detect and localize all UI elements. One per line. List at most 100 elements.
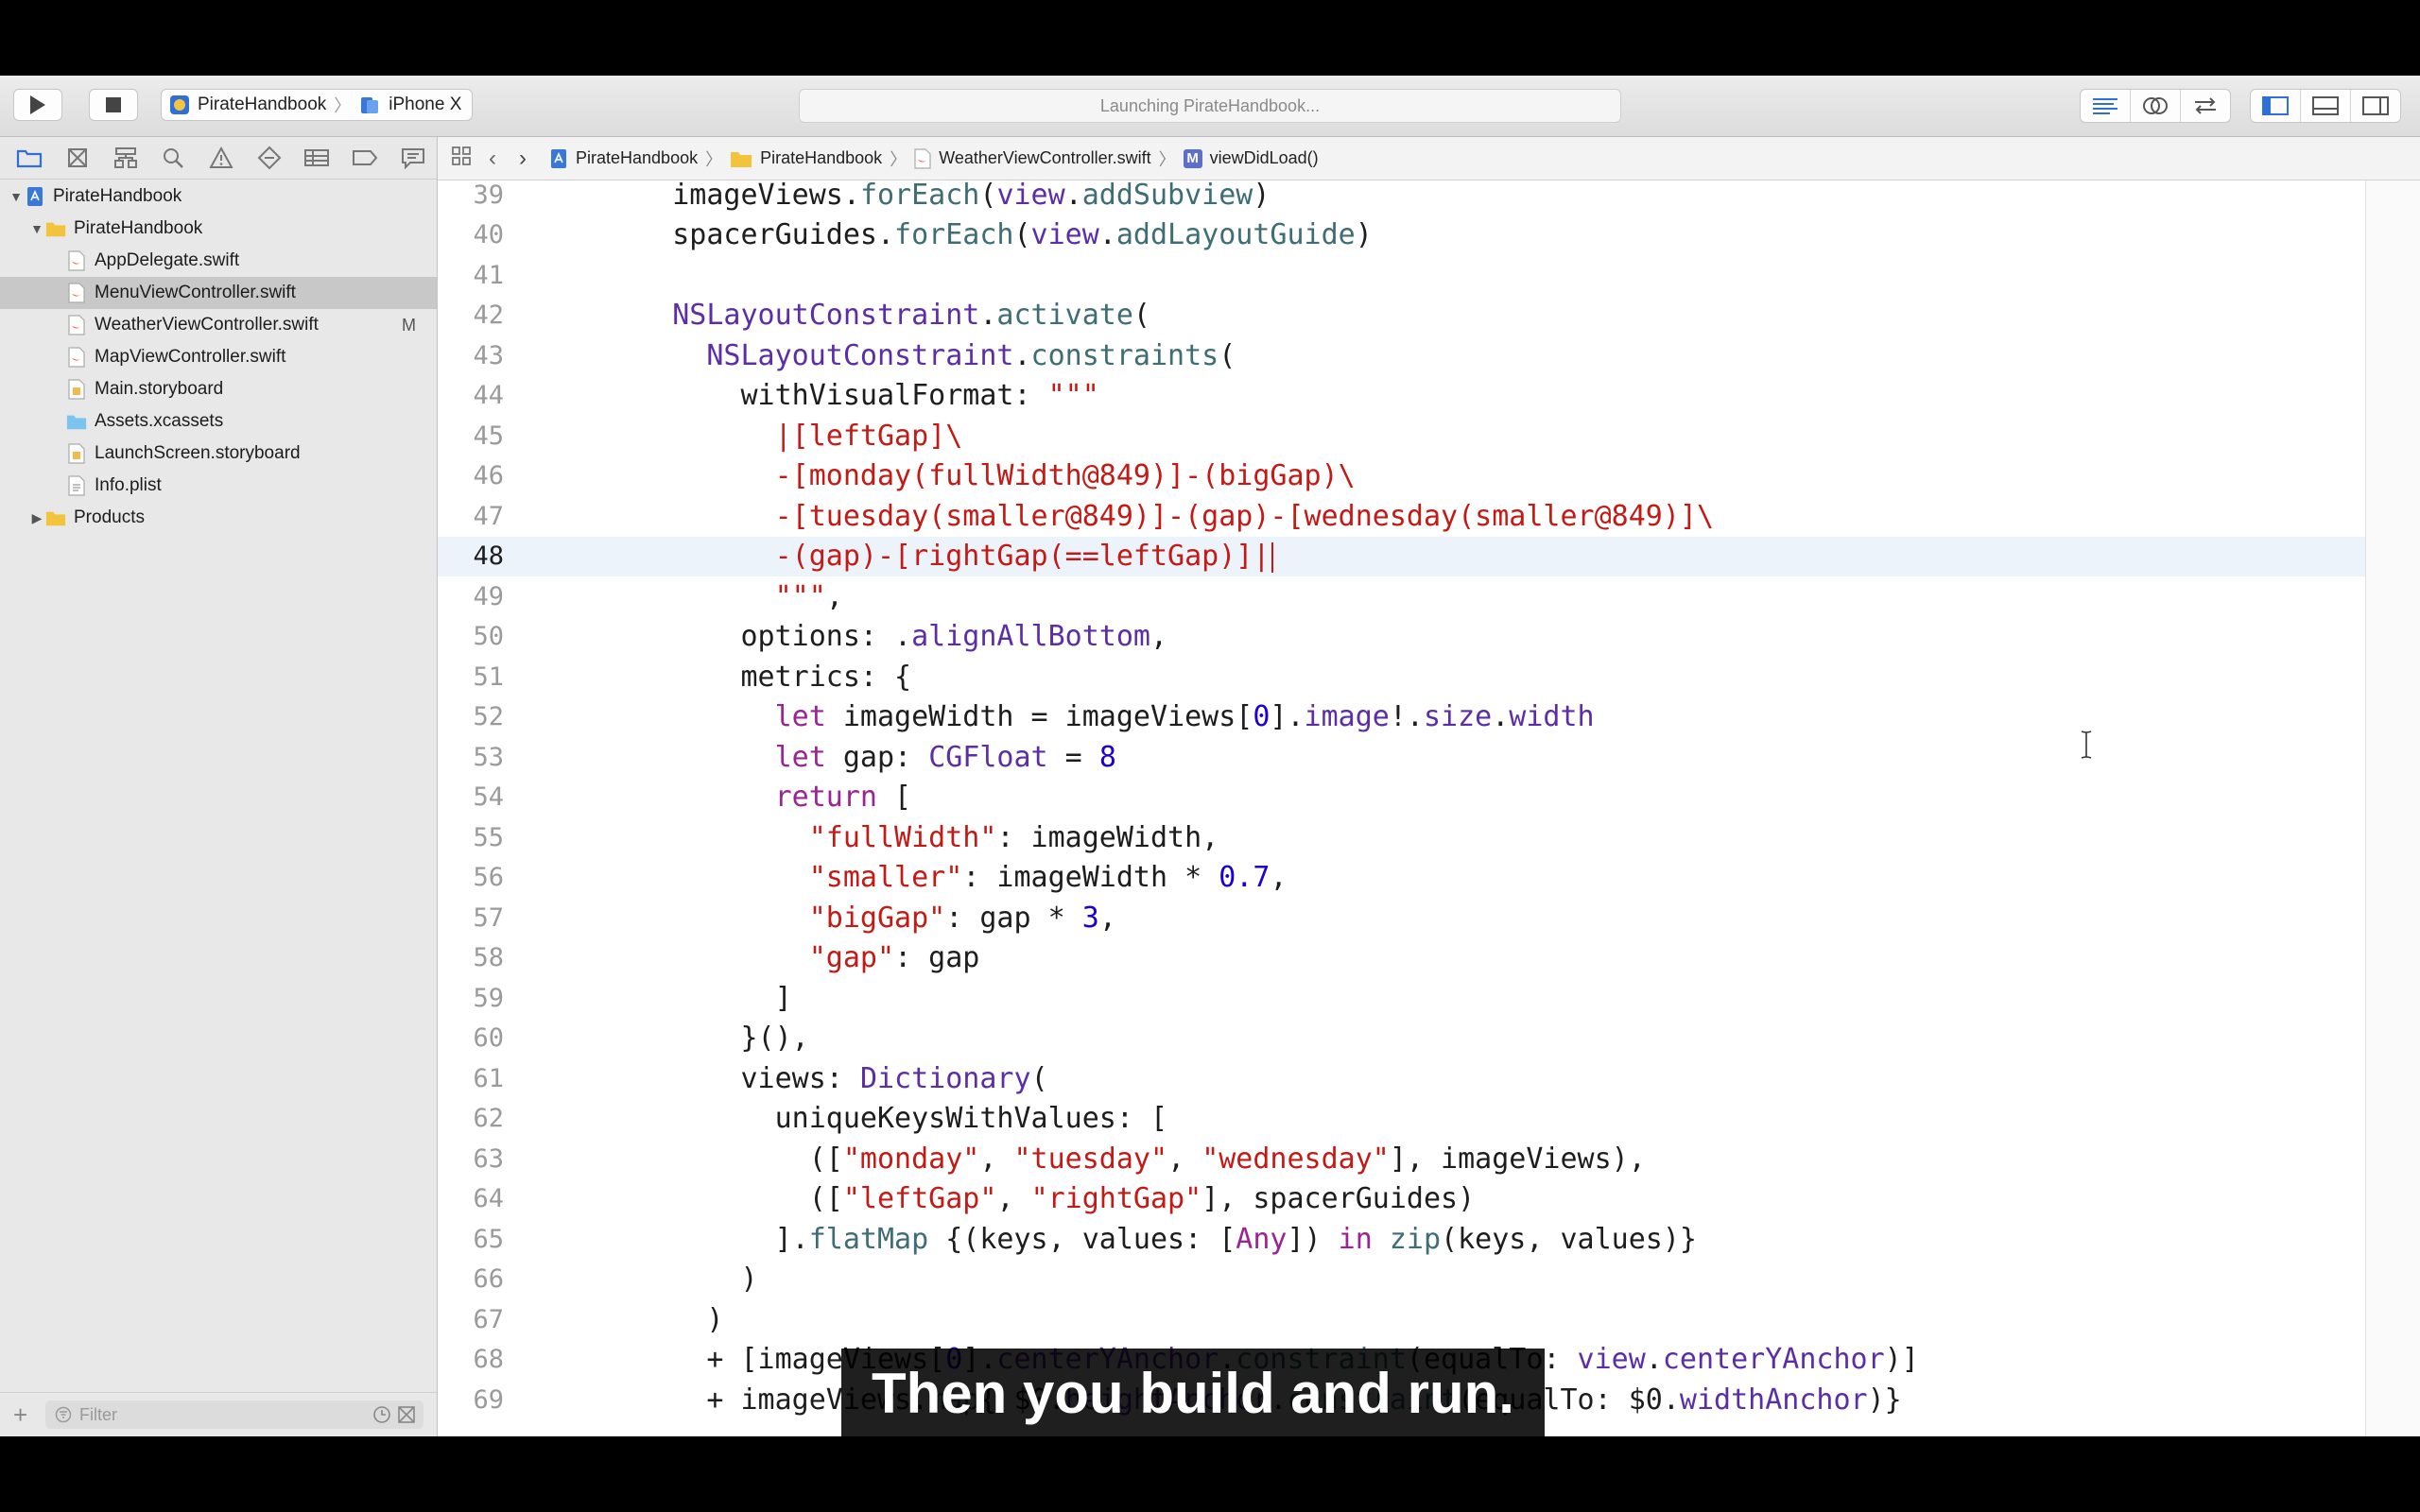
jump-bar: ‹ › PirateHandbook 〉 PirateHandbook 〉 We… — [438, 137, 2420, 180]
tab-find-navigator[interactable] — [149, 139, 198, 177]
assistant-editor-button[interactable] — [2131, 90, 2181, 122]
breadcrumb-project[interactable]: PirateHandbook — [549, 148, 698, 169]
source-editor[interactable]: 39 imageViews.forEach(view.addSubview) 40… — [438, 180, 2366, 1436]
code-line[interactable]: 55 "fullWidth": imageWidth, — [438, 817, 2366, 858]
disclosure-closed-icon[interactable]: ▶ — [28, 510, 45, 526]
code-line[interactable]: 59 ] — [438, 978, 2366, 1019]
navigator-row[interactable]: WeatherViewController.swift M — [0, 309, 437, 341]
code-line[interactable]: 53 let gap: CGFloat = 8 — [438, 737, 2366, 778]
breadcrumb-group-label: PirateHandbook — [760, 148, 883, 167]
code-line[interactable]: 45 |[leftGap]\ — [438, 416, 2366, 456]
code-line[interactable]: 43 NSLayoutConstraint.constraints( — [438, 335, 2366, 376]
stop-button[interactable] — [89, 89, 138, 121]
code-text: """, — [604, 579, 843, 613]
line-number: 50 — [473, 622, 504, 652]
line-number: 59 — [473, 983, 504, 1013]
line-number: 47 — [473, 501, 504, 531]
code-line[interactable]: 42 NSLayoutConstraint.activate( — [438, 296, 2366, 336]
breadcrumb-method[interactable]: M viewDidLoad() — [1183, 148, 1319, 168]
scheme-device[interactable]: iPhone X — [358, 94, 461, 115]
code-line[interactable]: 46 -[monday(fullWidth@849)]-(bigGap)\ — [438, 456, 2366, 497]
breadcrumb-group[interactable]: PirateHandbook — [730, 148, 882, 168]
folder-icon — [17, 149, 43, 168]
tab-debug-navigator[interactable] — [293, 139, 341, 177]
code-line[interactable]: 61 views: Dictionary( — [438, 1058, 2366, 1099]
tab-breakpoint-navigator[interactable] — [341, 139, 389, 177]
code-line[interactable]: 62 uniqueKeysWithValues: [ — [438, 1099, 2366, 1140]
navigator-row-label: Main.storyboard — [95, 379, 224, 399]
code-line[interactable]: 49 """, — [438, 576, 2366, 617]
scheme-selector[interactable]: PirateHandbook 〉 iPhone X — [161, 89, 473, 121]
inspector-toggle-button[interactable] — [2351, 90, 2400, 122]
tab-source-control[interactable] — [54, 139, 102, 177]
code-line[interactable]: 67 ) — [438, 1299, 2366, 1340]
code-line[interactable]: 58 "gap": gap — [438, 938, 2366, 979]
navigator-row[interactable]: ▼ PirateHandbook — [0, 180, 437, 213]
forward-button[interactable]: › — [519, 146, 527, 172]
navigator-row[interactable]: Info.plist — [0, 470, 437, 502]
navigator-row[interactable]: Assets.xcassets — [0, 405, 437, 438]
back-button[interactable]: ‹ — [489, 146, 496, 172]
line-number: 65 — [473, 1224, 504, 1254]
debug-area-toggle-button[interactable] — [2301, 90, 2351, 122]
standard-editor-button[interactable] — [2081, 90, 2131, 122]
panel-toggle-control[interactable] — [2250, 89, 2401, 123]
line-number: 53 — [473, 742, 504, 772]
code-text: ].flatMap {(keys, values: [Any]) in zip(… — [604, 1222, 1697, 1256]
code-text: NSLayoutConstraint.constraints( — [706, 338, 1236, 372]
line-number: 46 — [473, 461, 504, 491]
run-button[interactable] — [13, 89, 62, 121]
scheme-target[interactable]: PirateHandbook — [169, 94, 326, 115]
related-items-icon[interactable] — [451, 146, 472, 171]
xcode-window: PirateHandbook 〉 iPhone X Launching Pira… — [0, 76, 2420, 1436]
recent-files-icon[interactable] — [372, 1405, 391, 1424]
code-line[interactable]: 63 (["monday", "tuesday", "wednesday"], … — [438, 1139, 2366, 1179]
navigator-row[interactable]: MapViewController.swift — [0, 341, 437, 373]
version-editor-button[interactable] — [2181, 90, 2230, 122]
code-line[interactable]: 60 }(), — [438, 1019, 2366, 1059]
navigator-row[interactable]: AppDelegate.swift — [0, 245, 437, 277]
navigator-toggle-button[interactable] — [2251, 90, 2301, 122]
tab-issue-navigator[interactable] — [198, 139, 246, 177]
navigator-row[interactable]: ▶ Products — [0, 502, 437, 534]
disclosure-open-icon[interactable]: ▼ — [28, 221, 45, 236]
breadcrumb-separator: 〉 — [890, 149, 908, 169]
navigator-row[interactable]: ▼ PirateHandbook — [0, 213, 437, 245]
tab-test-navigator[interactable] — [245, 139, 293, 177]
code-line[interactable]: 56 "smaller": imageWidth * 0.7, — [438, 858, 2366, 899]
tab-project-navigator[interactable] — [6, 139, 54, 177]
code-line[interactable]: 66 ) — [438, 1260, 2366, 1300]
test-diamond-icon — [257, 146, 282, 170]
filter-input[interactable]: Filter — [45, 1400, 424, 1429]
code-line[interactable]: 44 withVisualFormat: """ — [438, 376, 2366, 417]
editor-mode-control[interactable] — [2080, 89, 2231, 123]
navigator-row[interactable]: LaunchScreen.storyboard — [0, 438, 437, 470]
code-line[interactable]: 40 spacerGuides.forEach(view.addLayoutGu… — [438, 215, 2366, 256]
code-text: let imageWidth = imageViews[0].image!.si… — [774, 700, 1595, 734]
disclosure-open-icon[interactable]: ▼ — [8, 189, 25, 204]
code-line[interactable]: 41 — [438, 255, 2366, 296]
code-line[interactable]: 39 imageViews.forEach(view.addSubview) — [438, 180, 2366, 215]
navigator-filter-bar: + Filter — [0, 1392, 437, 1436]
source-control-filter-icon[interactable] — [397, 1405, 416, 1424]
tab-report-navigator[interactable] — [389, 139, 437, 177]
code-line[interactable]: 51 metrics: { — [438, 657, 2366, 697]
navigator-row[interactable]: MenuViewController.swift — [0, 277, 437, 309]
breadcrumb-file[interactable]: WeatherViewController.swift — [914, 147, 1151, 169]
line-number: 39 — [473, 180, 504, 210]
code-line[interactable]: 65 ].flatMap {(keys, values: [Any]) in z… — [438, 1219, 2366, 1260]
tab-symbol-navigator[interactable] — [101, 139, 149, 177]
breadcrumb-separator: 〉 — [1158, 149, 1176, 169]
add-icon[interactable]: + — [13, 1400, 27, 1430]
code-line[interactable]: 54 return [ — [438, 778, 2366, 818]
navigator-row[interactable]: Main.storyboard — [0, 373, 437, 405]
assistant-editor-icon — [2143, 97, 2168, 114]
folder-icon — [731, 151, 752, 167]
code-line[interactable]: 48 -(gap)-[rightGap(==leftGap)]| — [438, 536, 2366, 576]
code-line[interactable]: 52 let imageWidth = imageViews[0].image!… — [438, 697, 2366, 738]
code-line[interactable]: 47 -[tuesday(smaller@849)]-(gap)-[wednes… — [438, 496, 2366, 537]
code-line[interactable]: 64 (["leftGap", "rightGap"], spacerGuide… — [438, 1179, 2366, 1220]
code-line[interactable]: 50 options: .alignAllBottom, — [438, 617, 2366, 658]
code-line[interactable]: 57 "bigGap": gap * 3, — [438, 898, 2366, 938]
project-navigator: ▼ PirateHandbook ▼ PirateHandbook AppDelegat… — [0, 137, 438, 1436]
